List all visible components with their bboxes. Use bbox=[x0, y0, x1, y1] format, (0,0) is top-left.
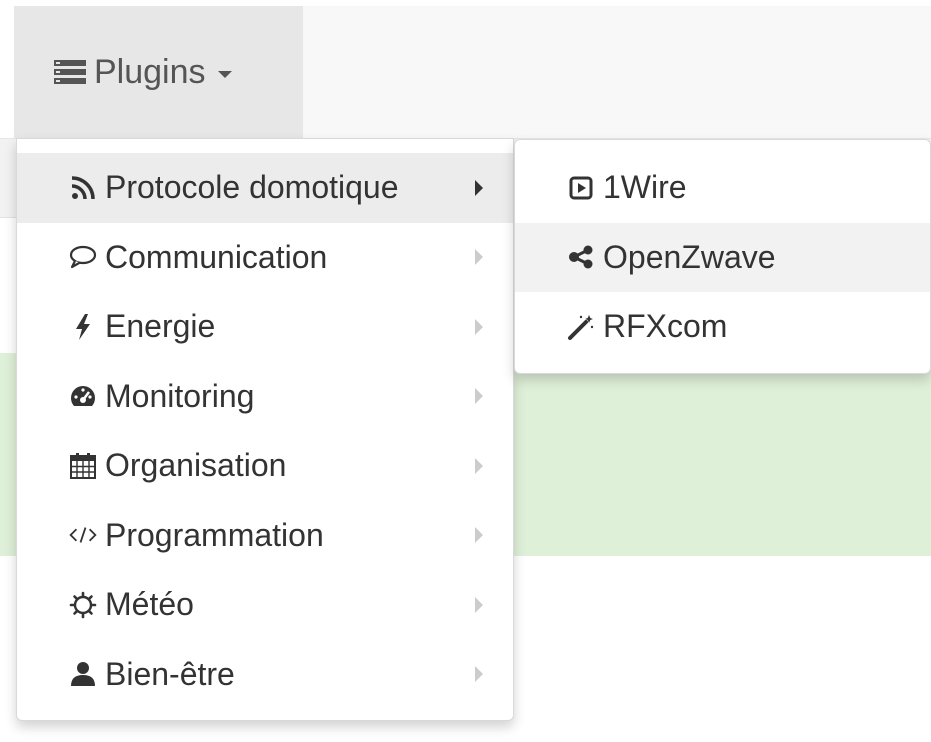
play-square-icon bbox=[567, 176, 595, 200]
submenu-item-rfxcom[interactable]: RFXcom bbox=[515, 292, 930, 362]
menu-item-label: Programmation bbox=[105, 516, 324, 553]
menu-item-label: Communication bbox=[105, 238, 328, 275]
bolt-icon bbox=[69, 313, 97, 340]
caret-down-icon bbox=[217, 70, 232, 78]
menu-item-energie[interactable]: Energie bbox=[17, 292, 513, 362]
magic-wand-icon bbox=[567, 313, 595, 341]
submenu-item-openzwave[interactable]: OpenZwave bbox=[515, 222, 930, 292]
plugins-label: Plugins bbox=[94, 52, 206, 91]
plugins-dropdown-toggle[interactable]: Plugins bbox=[14, 6, 303, 138]
menu-item-label: Bien-être bbox=[105, 655, 235, 692]
share-icon bbox=[567, 245, 595, 269]
menu-item-label: Monitoring bbox=[105, 377, 255, 414]
server-icon bbox=[54, 60, 86, 84]
sun-icon bbox=[69, 591, 97, 619]
comment-icon bbox=[69, 245, 97, 269]
dashboard-icon bbox=[69, 384, 97, 408]
menu-item-programmation[interactable]: Programmation bbox=[17, 501, 513, 571]
caret-right-icon bbox=[475, 249, 483, 266]
menu-item-bien-etre[interactable]: Bien-être bbox=[17, 640, 513, 710]
plugins-dropdown-menu: Protocole domotique Communication Energi… bbox=[16, 138, 514, 721]
calendar-icon bbox=[69, 452, 97, 479]
menu-item-label: Organisation bbox=[105, 447, 287, 484]
menu-item-organisation[interactable]: Organisation bbox=[17, 431, 513, 501]
user-icon bbox=[69, 661, 97, 687]
caret-right-icon bbox=[475, 318, 483, 335]
caret-right-icon bbox=[475, 457, 483, 474]
caret-right-icon bbox=[475, 527, 483, 544]
caret-right-icon bbox=[475, 179, 483, 196]
menu-item-label: Energie bbox=[105, 308, 216, 345]
menu-item-communication[interactable]: Communication bbox=[17, 223, 513, 293]
rss-icon bbox=[69, 176, 97, 200]
menu-item-monitoring[interactable]: Monitoring bbox=[17, 362, 513, 432]
caret-right-icon bbox=[475, 596, 483, 613]
submenu-item-label: OpenZwave bbox=[603, 238, 776, 275]
submenu-item-label: RFXcom bbox=[603, 308, 728, 345]
protocole-domotique-submenu: 1Wire OpenZwave RFXcom bbox=[514, 139, 931, 374]
menu-item-label: Protocole domotique bbox=[105, 169, 399, 206]
submenu-item-label: 1Wire bbox=[603, 169, 687, 206]
caret-right-icon bbox=[475, 666, 483, 683]
menu-item-meteo[interactable]: Météo bbox=[17, 570, 513, 640]
navbar-left-gap bbox=[0, 6, 14, 138]
menu-item-protocole-domotique[interactable]: Protocole domotique bbox=[17, 153, 513, 223]
submenu-item-1wire[interactable]: 1Wire bbox=[515, 153, 930, 223]
code-icon bbox=[69, 523, 97, 547]
menu-item-label: Météo bbox=[105, 586, 194, 623]
caret-right-icon bbox=[475, 388, 483, 405]
